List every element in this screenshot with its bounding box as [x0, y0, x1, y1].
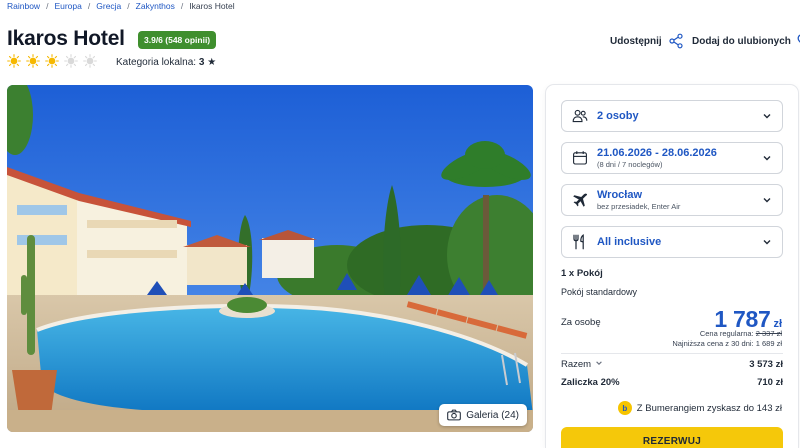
boomerang-promo[interactable]: b Z Bumerangiem zyskasz do 143 zł: [617, 401, 782, 415]
breadcrumb-current: Ikaros Hotel: [189, 1, 235, 11]
lowest-price-30-days: Najniższa cena z 30 dni: 1 689 zł: [672, 339, 782, 348]
deposit-value: 710 zł: [757, 377, 783, 388]
guests-select[interactable]: 2 osoby: [561, 100, 783, 132]
dates-duration: (8 dni / 7 noclegów): [597, 160, 663, 169]
cutlery-icon: [572, 234, 588, 250]
gallery-label: Galeria (24): [466, 409, 519, 421]
reserve-button[interactable]: REZERWUJ: [561, 427, 783, 448]
share-button[interactable]: Udostępnij: [610, 33, 684, 49]
breadcrumb-link-grecja[interactable]: Grecja: [96, 1, 121, 11]
hotel-photo[interactable]: Galeria (24): [7, 85, 533, 432]
breadcrumb-link-europa[interactable]: Europa: [54, 1, 81, 11]
chevron-down-icon[interactable]: [595, 359, 603, 370]
departure-select[interactable]: Wrocław bez przesiadek, Enter Air: [561, 184, 783, 216]
favorite-label: Dodaj do ulubionych: [692, 35, 791, 47]
total-row: Razem 3 573 zł: [561, 359, 783, 370]
dates-select[interactable]: 21.06.2026 - 28.06.2026 (8 dni / 7 nocle…: [561, 142, 783, 174]
breadcrumb-separator: /: [127, 1, 130, 11]
departure-details: bez przesiadek, Enter Air: [597, 202, 681, 211]
per-person-label: Za osobę: [561, 317, 601, 328]
deposit-label: Zaliczka 20%: [561, 377, 620, 388]
chevron-down-icon: [762, 111, 772, 121]
breadcrumb-link-zakynthos[interactable]: Zakynthos: [136, 1, 175, 11]
regular-price: Cena regularna: 2 337 zł: [700, 329, 782, 338]
hotel-title: Ikaros Hotel: [7, 27, 125, 50]
breadcrumb-link-rainbow[interactable]: Rainbow: [7, 1, 40, 11]
chevron-down-icon: [762, 237, 772, 247]
divider: [561, 353, 783, 354]
calendar-icon: [572, 150, 588, 166]
regular-price-label: Cena regularna:: [699, 329, 754, 338]
boomerang-icon: b: [617, 401, 632, 415]
gallery-button[interactable]: Galeria (24): [439, 404, 527, 426]
sun-icon-filled: [7, 54, 21, 68]
deposit-row: Zaliczka 20% 710 zł: [561, 377, 783, 388]
departure-value: Wrocław: [597, 189, 643, 201]
breadcrumb-separator: /: [46, 1, 49, 11]
sun-icon-filled: [26, 54, 40, 68]
regular-price-value: 2 337 zł: [755, 329, 782, 338]
star-icon: ★: [207, 57, 217, 68]
sun-icon-empty: [83, 54, 97, 68]
breadcrumb-separator: /: [87, 1, 91, 11]
pool-scene-image: [7, 85, 533, 432]
booking-panel: 2 osoby 21.06.2026 - 28.06.2026 (8 dni /…: [546, 85, 798, 448]
guests-value: 2 osoby: [597, 110, 639, 122]
local-category: Kategoria lokalna: 3 ★: [116, 57, 216, 68]
breadcrumb: Rainbow / Europa / Grecja / Zakynthos / …: [7, 1, 235, 11]
camera-icon: [447, 409, 462, 421]
breadcrumb-separator: /: [180, 1, 184, 11]
board-value: All inclusive: [597, 236, 662, 248]
dates-value: 21.06.2026 - 28.06.2026: [597, 147, 717, 159]
room-type: Pokój standardowy: [561, 287, 638, 297]
rating-badge[interactable]: 3.9/6 (548 opinii): [138, 31, 217, 49]
local-category-label: Kategoria lokalna:: [116, 57, 197, 68]
local-category-value: 3: [198, 57, 205, 68]
share-icon: [668, 33, 684, 49]
share-label: Udostępnij: [610, 35, 662, 47]
boomerang-text: Z Bumerangiem zyskasz do 143 zł: [636, 402, 782, 414]
chevron-down-icon: [762, 153, 772, 163]
chevron-down-icon: [762, 195, 772, 205]
sun-icon-filled: [45, 54, 59, 68]
sun-rating: [7, 54, 97, 68]
sun-icon-empty: [64, 54, 78, 68]
room-count: 1 x Pokój: [561, 268, 603, 279]
board-select[interactable]: All inclusive: [561, 226, 783, 258]
favorite-button[interactable]: Dodaj do ulubionych: [692, 33, 800, 49]
plane-icon: [572, 192, 588, 208]
users-icon: [572, 108, 588, 124]
total-label: Razem: [561, 359, 592, 370]
total-value: 3 573 zł: [749, 359, 783, 370]
